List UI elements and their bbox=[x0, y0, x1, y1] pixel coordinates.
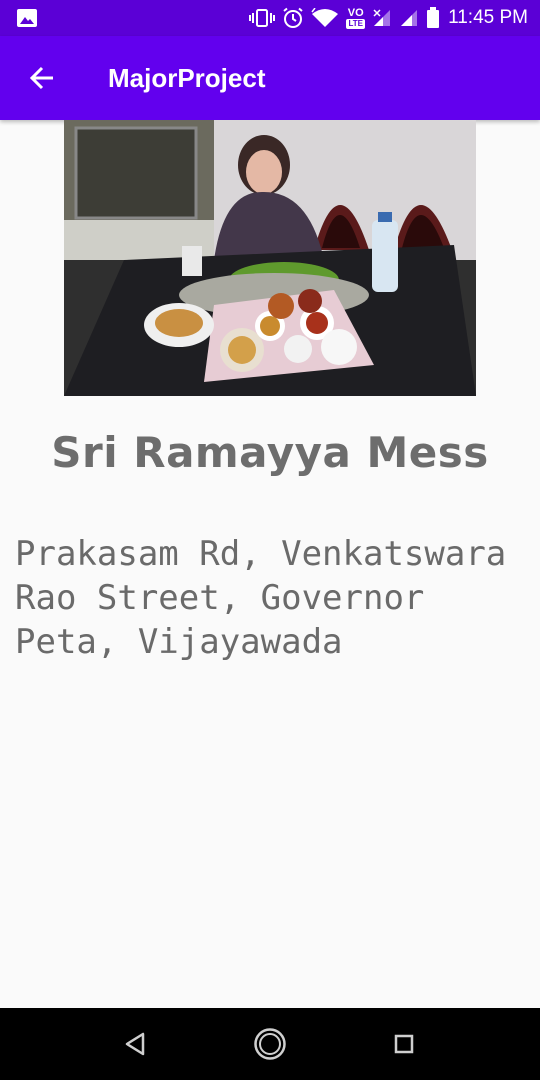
nav-home-button[interactable] bbox=[252, 1026, 288, 1062]
status-time: 11:45 PM bbox=[448, 7, 528, 28]
signal-icon bbox=[373, 9, 390, 26]
signal-icon bbox=[401, 10, 417, 26]
nav-back-icon bbox=[125, 1032, 145, 1056]
nav-back-button[interactable] bbox=[117, 1026, 153, 1062]
back-button[interactable] bbox=[18, 54, 66, 102]
app-title: MajorProject bbox=[108, 63, 266, 93]
nav-home-icon bbox=[254, 1028, 286, 1060]
navigation-bar bbox=[0, 1008, 540, 1080]
image-icon bbox=[17, 9, 37, 27]
arrow-left-icon bbox=[29, 66, 53, 90]
volte-label: VO bbox=[347, 6, 364, 19]
status-bar: VO LTE 11:45 PM bbox=[0, 0, 540, 36]
battery-icon bbox=[427, 7, 439, 28]
restaurant-photo bbox=[64, 120, 476, 396]
nav-recents-button[interactable] bbox=[386, 1026, 422, 1062]
status-icons: VO LTE bbox=[249, 6, 440, 30]
nav-recents-icon bbox=[394, 1034, 414, 1054]
restaurant-address: Prakasam Rd, Venkatswara Rao Street, Gov… bbox=[15, 534, 527, 662]
alarm-icon bbox=[283, 7, 304, 28]
restaurant-photo-illustration bbox=[64, 120, 476, 396]
vibrate-icon bbox=[249, 9, 276, 27]
lte-label: LTE bbox=[346, 18, 365, 29]
app-bar: MajorProject bbox=[0, 36, 540, 120]
volte-icon: VO LTE bbox=[346, 6, 365, 29]
restaurant-name: Sri Ramayya Mess bbox=[51, 428, 489, 477]
wifi-icon bbox=[311, 8, 339, 27]
